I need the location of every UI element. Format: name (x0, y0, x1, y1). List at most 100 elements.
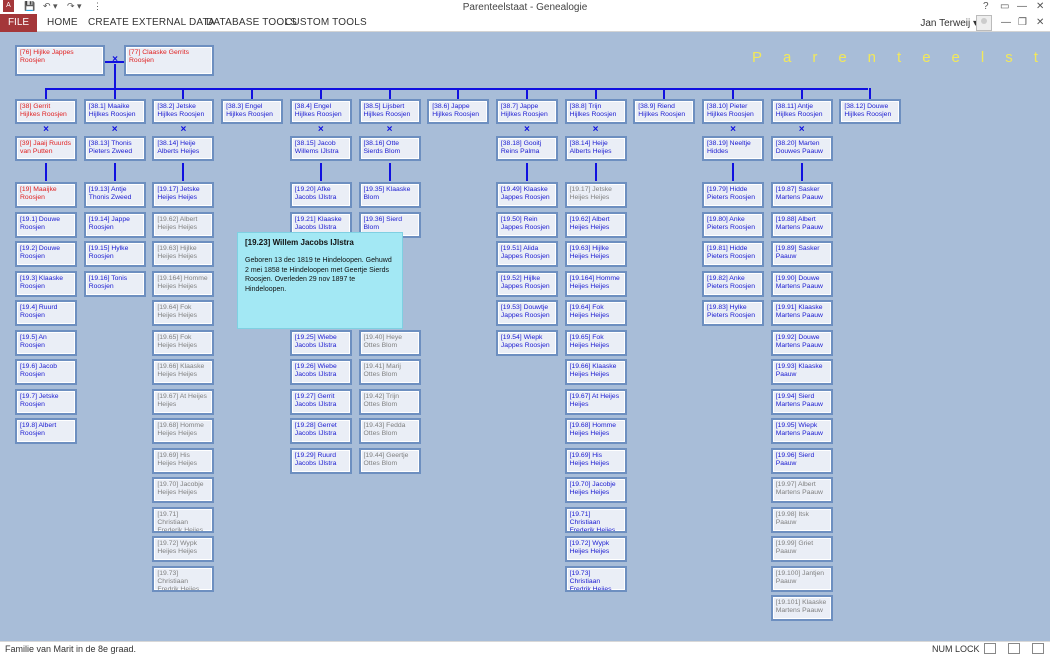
child-card[interactable]: [38.10] Pieter Hijlkes Roosjen (702, 99, 764, 124)
grandchild-card[interactable]: [19.51] Alida Jappes Roosjen (495, 241, 558, 267)
child-card[interactable]: [38.1] Maaike Hijlkes Roosjen (83, 99, 146, 124)
grandchild-card[interactable]: [19.2] Douwe Roosjen (15, 241, 77, 267)
child-card[interactable]: [38.8] Trijn Hijlkes Roosjen (564, 99, 627, 124)
grandchild-card[interactable]: [19.82] Anke Pieters Roosjen (702, 270, 764, 297)
grandchild-card[interactable]: [19.93] Klaaske Paauw (770, 359, 833, 385)
grandchild-card[interactable]: [19.53] Douwtje Jappes Roosjen (495, 300, 558, 326)
grandchild-card[interactable]: [19.72] Wypk Heijes Heijes (564, 536, 627, 562)
spouse-card[interactable]: [38.13] Thonis Pieters Zweed (83, 136, 146, 161)
grandchild-card[interactable]: [19.16] Tonis Roosjen (83, 270, 146, 297)
child-card[interactable]: [38.7] Jappe Hijlkes Roosjen (495, 99, 558, 124)
grandchild-card[interactable]: [19.164] Homme Heijes Heijes (564, 270, 627, 297)
grandchild-card[interactable]: [19.69] His Heijes Heijes (564, 447, 627, 474)
grandchild-card[interactable]: [19.87] Sasker Martens Paauw (770, 182, 833, 208)
grandchild-card[interactable]: [19.41] Marij Ottes Blom (358, 359, 421, 385)
tab-home[interactable]: HOME (47, 17, 78, 28)
grandchild-card[interactable]: [19.20] Afke Jacobs IJlstra (289, 182, 352, 208)
grandchild-card[interactable]: [19.3] Klaaske Roosjen (15, 270, 77, 297)
spouse-card[interactable]: [38.18] Gooitj Reins Palma (495, 136, 558, 161)
grandchild-card[interactable]: [19.81] Hidde Pieters Roosjen (702, 241, 764, 267)
grandchild-card[interactable]: [19.73] Christiaan Fredrik Heijes (152, 565, 215, 592)
form-close-button[interactable]: ✕ (1036, 17, 1044, 28)
tab-custom-tools[interactable]: CUSTOM TOOLS (285, 17, 367, 28)
grandchild-card[interactable]: [19.97] Albert Martens Paauw (770, 477, 833, 503)
grandchild-card[interactable]: [19.28] Gerret Jacobs IJlstra (289, 418, 352, 444)
spouse-card[interactable]: [39] Jaaij Ruurds van Putten (15, 136, 77, 161)
grandchild-card[interactable]: [19.7] Jetske Roosjen (15, 388, 77, 415)
ribbon-display-icon[interactable]: ▭ (1000, 1, 1009, 12)
child-card[interactable]: [38.4] Engel Hijlkes Roosjen (289, 99, 352, 124)
grandchild-card[interactable]: [19.4] Ruurd Roosjen (15, 300, 77, 326)
grandchild-card[interactable]: [19.5] An Roosjen (15, 329, 77, 356)
grandchild-card[interactable]: [19.164] Homme Heijes Heijes (152, 270, 215, 297)
grandchild-card[interactable]: [19.101] Klaaske Martens Paauw (770, 595, 833, 621)
child-card[interactable]: [38.5] Lijsbert Hijlkes Roosjen (358, 99, 421, 124)
grandchild-card[interactable]: [19.40] Heye Ottes Blom (358, 329, 421, 356)
grandchild-card[interactable]: [19.6] Jacob Roosjen (15, 359, 77, 385)
grandchild-card[interactable]: [19.99] Griet Paauw (770, 536, 833, 562)
grandchild-card[interactable]: [19.17] Jetske Heijes Heijes (564, 182, 627, 208)
grandchild-card[interactable]: [19.70] Jacobje Heijes Heijes (152, 477, 215, 503)
tab-database-tools[interactable]: DATABASE TOOLS (206, 17, 297, 28)
grandchild-card[interactable]: [19.80] Anke Pieters Roosjen (702, 211, 764, 238)
grandchild-card[interactable]: [19.100] Jantjen Paauw (770, 565, 833, 592)
grandchild-card[interactable]: [19.89] Sasker Paauw (770, 241, 833, 267)
spouse-card[interactable]: [38.16] Otte Sierds Blom (358, 136, 421, 161)
child-card[interactable]: [38.3] Engel Hijlkes Roosjen (221, 99, 284, 124)
datasheet-view-icon[interactable] (1008, 643, 1020, 654)
grandchild-card[interactable]: [19.35] Klaaske Blom (358, 182, 421, 208)
grandchild-card[interactable]: [19.27] Gerrit Jacobs IJlstra (289, 388, 352, 415)
grandchild-card[interactable]: [19.17] Jetske Heijes Heijes (152, 182, 215, 208)
grandchild-card[interactable]: [19.52] Hijlke Jappes Roosjen (495, 270, 558, 297)
grandchild-card[interactable]: [19.63] Hijlke Heijes Heijes (152, 241, 215, 267)
root-father-card[interactable]: [76] Hijlke Jappes Roosjen (15, 45, 105, 76)
grandchild-card[interactable]: [19.49] Klaaske Jappes Roosjen (495, 182, 558, 208)
form-minimize-button[interactable]: — (1001, 17, 1011, 28)
grandchild-card[interactable]: [19.91] Klaaske Martens Paauw (770, 300, 833, 326)
user-name[interactable]: Jan Terweij ▾ (920, 18, 978, 29)
grandchild-card[interactable]: [19.68] Homme Heijes Heijes (152, 418, 215, 444)
grandchild-card[interactable]: [19.66] Klaaske Heijes Heijes (152, 359, 215, 385)
grandchild-card[interactable]: [19.25] Wiebe Jacobs IJlstra (289, 329, 352, 356)
grandchild-card[interactable]: [19.90] Douwe Martens Paauw (770, 270, 833, 297)
help-button[interactable]: ? (983, 1, 989, 12)
minimize-button[interactable]: — (1017, 1, 1027, 12)
spouse-card[interactable]: [38.14] Heije Alberts Heijes (152, 136, 215, 161)
spouse-card[interactable]: [38.15] Jacob Willems IJlstra (289, 136, 352, 161)
grandchild-card[interactable]: [19.94] Sierd Martens Paauw (770, 388, 833, 415)
grandchild-card[interactable]: [19.73] Christiaan Fredrik Heijes (564, 565, 627, 592)
child-card[interactable]: [38.6] Jappe Hijlkes Roosjen (427, 99, 490, 124)
grandchild-card[interactable]: [19.43] Fedda Ottes Blom (358, 418, 421, 444)
grandchild-card[interactable]: [19.69] His Heijes Heijes (152, 447, 215, 474)
grandchild-card[interactable]: [19.62] Albert Heijes Heijes (152, 211, 215, 238)
child-card[interactable]: [38.12] Douwe Hijlkes Roosjen (839, 99, 902, 124)
grandchild-card[interactable]: [19.63] Hijlke Heijes Heijes (564, 241, 627, 267)
grandchild-card[interactable]: [19.79] Hidde Pieters Roosjen (702, 182, 764, 208)
tab-file[interactable]: FILE (0, 14, 37, 32)
grandchild-card[interactable]: [19.13] Antje Thonis Zweed (83, 182, 146, 208)
grandchild-card[interactable]: [19.64] Fok Heijes Heijes (564, 300, 627, 326)
grandchild-card[interactable]: [19.67] At Heijes Heijes (152, 388, 215, 415)
grandchild-card[interactable]: [19.83] Hylke Pieters Roosjen (702, 300, 764, 326)
grandchild-card[interactable]: [19.98] Itsk Paauw (770, 506, 833, 533)
grandchild-card[interactable]: [19.42] Trijn Ottes Blom (358, 388, 421, 415)
child-card[interactable]: [38.11] Antje Hijlkes Roosjen (770, 99, 833, 124)
tab-external-data[interactable]: EXTERNAL DATA (132, 17, 215, 28)
grandchild-card[interactable]: [19.64] Fok Heijes Heijes (152, 300, 215, 326)
grandchild-card[interactable]: [19.62] Albert Heijes Heijes (564, 211, 627, 238)
spouse-card[interactable]: [38.20] Marten Douwes Paauw (770, 136, 833, 161)
grandchild-card[interactable]: [19.54] Wiepk Jappes Roosjen (495, 329, 558, 356)
grandchild-card[interactable]: [19.8] Albert Roosjen (15, 418, 77, 444)
spouse-card[interactable]: [38.19] Neeltje Hiddes (702, 136, 764, 161)
grandchild-card[interactable]: [19.96] Sierd Paauw (770, 447, 833, 474)
grandchild-card[interactable]: [19.68] Homme Heijes Heijes (564, 418, 627, 444)
grandchild-card[interactable]: [19.71] Christiaan Frederik Heijes (564, 506, 627, 533)
tab-create[interactable]: CREATE (88, 17, 129, 28)
root-mother-card[interactable]: [77] Claaske Gerrits Roosjen (124, 45, 214, 76)
design-view-icon[interactable] (1032, 643, 1044, 654)
child-card[interactable]: [38.2] Jetske Hijlkes Roosjen (152, 99, 215, 124)
grandchild-card[interactable]: [19.65] Fok Heijes Heijes (564, 329, 627, 356)
child-card[interactable]: [38] Gerrit Hijlkes Roosjen (15, 99, 77, 124)
spouse-card[interactable]: [38.14] Heije Alberts Heijes (564, 136, 627, 161)
child-card[interactable]: [38.9] Riend Hijlkes Roosjen (633, 99, 696, 124)
